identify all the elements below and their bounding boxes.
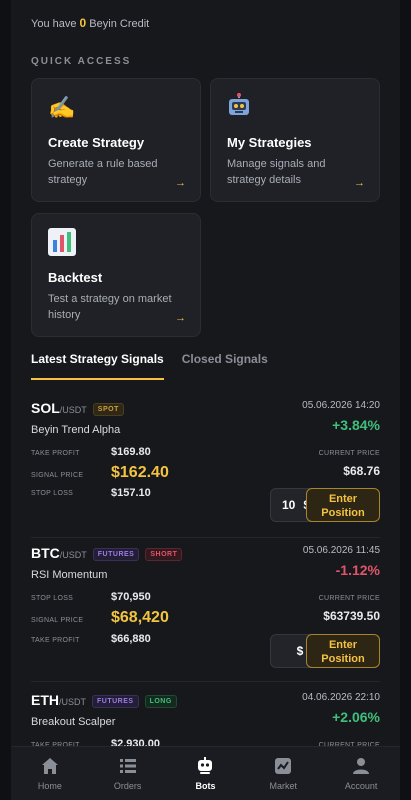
signal-price-label: SIGNAL PRICE [31,617,84,624]
pair-quote: /USDT [59,697,86,707]
bot-icon [198,756,213,774]
nav-account[interactable]: Account [326,757,396,791]
take-profit-label: TAKE PROFIT [31,450,80,457]
futures-badge: FUTURES [92,547,140,561]
quick-access-title: QUICK ACCESS [31,56,132,67]
current-price-label: CURRENT PRICE [318,595,380,602]
arrow-right-icon: → [354,177,365,189]
nav-bots[interactable]: Bots [170,756,240,791]
signal-date: 05.06.2026 14:20 [302,400,380,411]
home-icon [41,757,58,774]
divider [31,681,380,682]
my-strategies-card[interactable]: My Strategies Manage signals and strateg… [210,78,380,202]
signal-item-btc[interactable]: BTC/USDT FUTURES SHORT RSI Momentum STOP… [11,545,400,682]
stop-loss-label: STOP LOSS [31,595,74,602]
nav-home[interactable]: Home [15,757,85,791]
short-badge: SHORT [145,547,183,561]
divider [31,537,380,538]
card-title: Backtest [48,270,103,285]
card-desc: Test a strategy on market history [48,293,172,321]
credit-suffix: Beyin Credit [89,18,150,30]
current-price-value: $63739.50 [323,609,380,623]
signal-tabs: Latest Strategy Signals Closed Signals [31,352,381,380]
take-profit-label: TAKE PROFIT [31,637,80,644]
enter-position-button[interactable]: Enter Position [306,634,380,668]
arrow-right-icon: → [175,177,186,189]
strategy-name: RSI Momentum [31,569,108,581]
currency-symbol: $ [296,644,304,658]
arrow-right-icon: → [175,312,186,324]
current-price-label: CURRENT PRICE [318,450,380,457]
credit-value: 0 [79,16,87,30]
amount-value: 10 [281,498,296,512]
pair: BTC/USDT FUTURES SHORT [31,545,183,563]
card-title: My Strategies [227,135,312,150]
spot-badge: SPOT [92,402,124,416]
pair-base: BTC/USDT [31,545,87,563]
credit-prefix: You have [31,18,77,30]
market-icon [275,757,292,774]
signal-date: 04.06.2026 22:10 [302,692,380,703]
take-profit-value: $169.80 [111,446,151,458]
backtest-card[interactable]: Backtest Test a strategy on market histo… [31,213,201,337]
create-strategy-card[interactable]: ✍️ Create Strategy Generate a rule based… [31,78,201,202]
orders-icon [119,758,136,773]
card-desc: Generate a rule based strategy [48,158,158,186]
nav-label: Bots [195,780,216,791]
futures-badge: FUTURES [92,694,139,708]
nav-label: Orders [113,780,142,791]
change-percent: -1.12% [335,562,380,578]
strategy-name: Breakout Scalper [31,716,116,728]
card-title: Create Strategy [48,135,145,150]
change-percent: +2.06% [332,709,380,725]
stop-loss-label: STOP LOSS [31,490,74,497]
pair-quote: /USDT [59,550,87,560]
tab-closed-signals[interactable]: Closed Signals [182,352,268,380]
signal-price-label: SIGNAL PRICE [31,472,84,479]
enter-position-button[interactable]: Enter Position [306,488,380,522]
stop-loss-value: $70,950 [111,591,151,603]
card-desc: Manage signals and strategy details [227,158,326,186]
pair-base: SOL/USDT [31,400,87,418]
credit-info: You have 0 Beyin Credit [31,16,149,30]
nav-label: Account [344,780,378,791]
stop-loss-value: $157.10 [111,487,151,499]
signal-item-sol[interactable]: SOL/USDT SPOT Beyin Trend Alpha TAKE PRO… [11,400,400,538]
pair-base-symbol: BTC [31,545,60,561]
signal-price-value: $68,420 [111,609,169,626]
change-percent: +3.84% [332,417,380,433]
pair: SOL/USDT SPOT [31,400,124,418]
take-profit-value: $66,880 [111,633,151,645]
signal-price-value: $162.40 [111,464,169,481]
signal-item-eth[interactable]: ETH/USDT FUTURES LONG Breakout Scalper T… [11,692,400,752]
bottom-nav: Home Orders Bots Market Account [11,746,400,800]
bar-chart-icon [48,228,184,258]
nav-orders[interactable]: Orders [93,757,163,791]
pair-base-symbol: ETH [31,692,59,708]
pair-quote: /USDT [59,405,87,415]
tab-latest-signals[interactable]: Latest Strategy Signals [31,352,164,380]
pair: ETH/USDT FUTURES LONG [31,692,177,710]
app-screen: You have 0 Beyin Credit QUICK ACCESS ✍️ … [11,0,400,800]
nav-label: Market [269,780,298,791]
current-price-value: $68.76 [343,464,380,478]
writing-hand-icon: ✍️ [48,95,76,120]
strategy-name: Beyin Trend Alpha [31,424,121,436]
account-icon [353,757,370,774]
pair-base: ETH/USDT [31,692,86,710]
nav-label: Home [37,780,62,791]
long-badge: LONG [144,694,177,708]
robot-icon [227,93,363,123]
pair-base-symbol: SOL [31,400,60,416]
signal-date: 05.06.2026 11:45 [302,545,380,556]
nav-market[interactable]: Market [248,757,318,791]
